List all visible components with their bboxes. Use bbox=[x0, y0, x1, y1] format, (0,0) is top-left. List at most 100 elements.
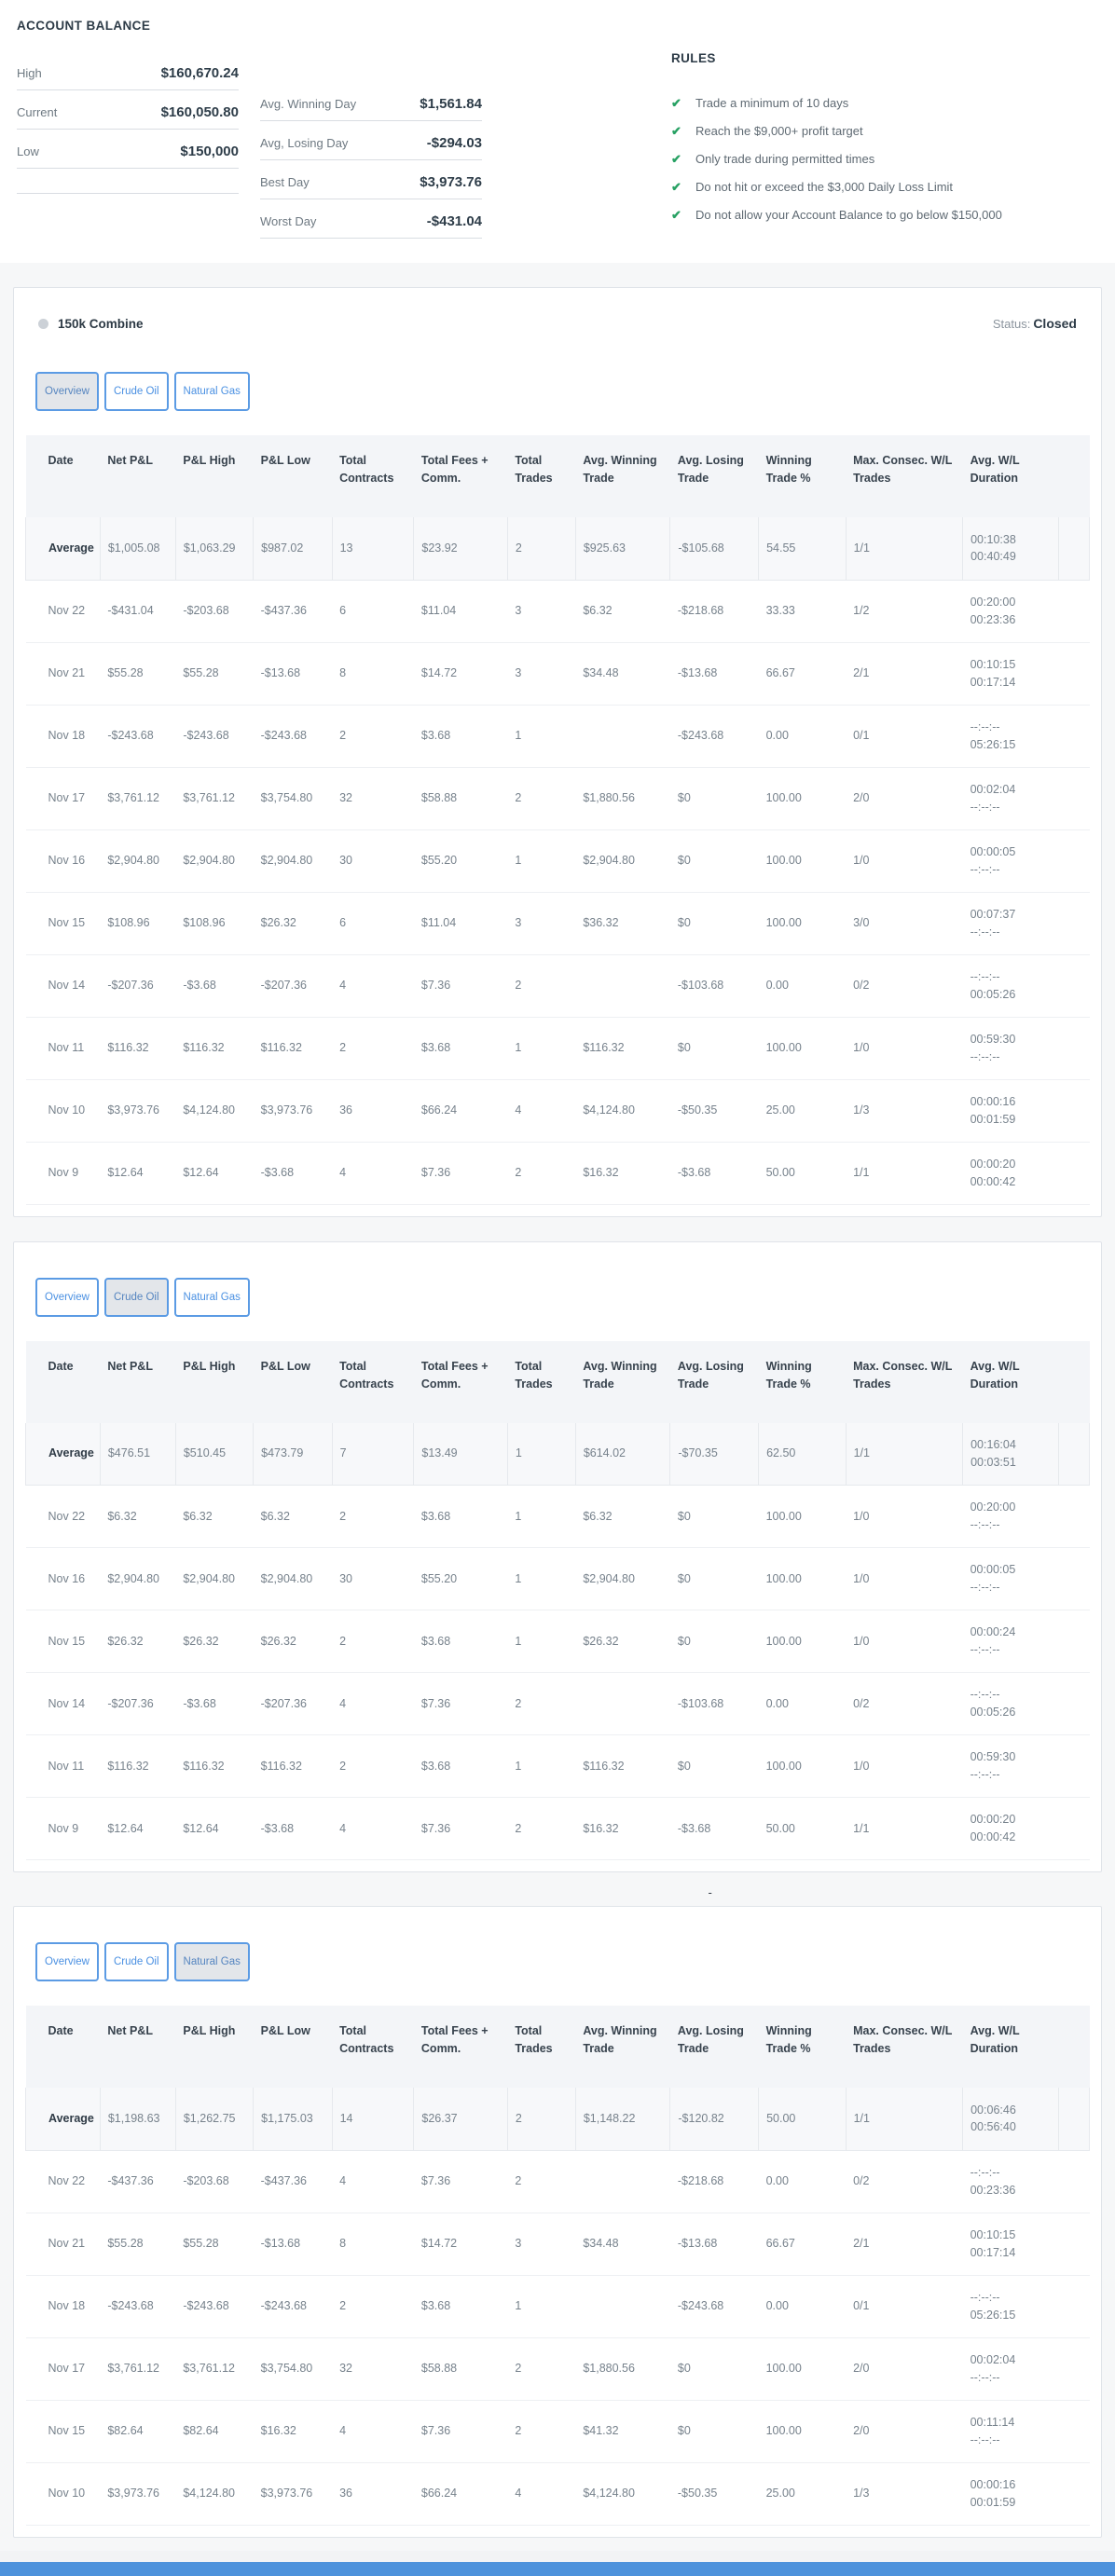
stat-label: Current bbox=[17, 105, 57, 119]
cell-total-fees: $23.92 bbox=[414, 517, 507, 580]
cell-total-trades: 3 bbox=[507, 580, 575, 642]
table-row: Nov 15$82.64$82.64$16.324$7.362$41.32$01… bbox=[26, 2400, 1090, 2462]
cell-winning-trade-pct: 0.00 bbox=[759, 954, 847, 1017]
cell-pnl-high: $108.96 bbox=[175, 892, 253, 954]
cell-net-pnl: $108.96 bbox=[100, 892, 175, 954]
rule-item: ✔Reach the $9,000+ profit target bbox=[671, 117, 1098, 145]
cell-total-contracts: 13 bbox=[332, 517, 414, 580]
table-row: Nov 21$55.28$55.28-$13.688$14.723$34.48-… bbox=[26, 642, 1090, 705]
cell-date: Nov 11 bbox=[26, 1017, 101, 1079]
cell-total-trades: 1 bbox=[507, 1610, 575, 1673]
tab-overview[interactable]: Overview bbox=[35, 1278, 99, 1317]
cell-avg-wl-duration: 00:00:1600:01:59 bbox=[963, 2462, 1059, 2525]
cell-total-contracts: 6 bbox=[332, 892, 414, 954]
cell-total-trades: 4 bbox=[507, 2462, 575, 2525]
check-icon: ✔ bbox=[671, 152, 695, 167]
tab-crude-oil[interactable]: Crude Oil bbox=[104, 372, 169, 411]
cell-avg-losing-trade: -$70.35 bbox=[670, 1423, 759, 1486]
cell-max-consec-wl: 1/0 bbox=[846, 1486, 963, 1548]
cell-total-fees: $7.36 bbox=[414, 2400, 507, 2462]
cell-total-contracts: 2 bbox=[332, 705, 414, 767]
cell-date: Nov 14 bbox=[26, 1673, 101, 1735]
daily-stats-table: DateNet P&LP&L HighP&L LowTotal Contract… bbox=[25, 2006, 1090, 2526]
column-header-total-fees: Total Fees + Comm. bbox=[414, 1341, 507, 1423]
tab-crude-oil[interactable]: Crude Oil bbox=[104, 1942, 169, 1981]
cell-winning-trade-pct: 100.00 bbox=[759, 1610, 847, 1673]
column-header-avg-losing-trade: Avg. Losing Trade bbox=[670, 2006, 759, 2088]
tab-natural-gas[interactable]: Natural Gas bbox=[174, 372, 250, 411]
cell-pnl-low: $3,973.76 bbox=[254, 2462, 332, 2525]
cell-winning-trade-pct: 33.33 bbox=[759, 580, 847, 642]
tab-natural-gas[interactable]: Natural Gas bbox=[174, 1278, 250, 1317]
tab-overview[interactable]: Overview bbox=[35, 372, 99, 411]
column-header-total-trades: Total Trades bbox=[507, 435, 575, 517]
combine-status: Status:Closed bbox=[993, 316, 1077, 331]
rules-section: RULES ✔Trade a minimum of 10 days ✔Reach… bbox=[671, 51, 1098, 229]
stat-row-avg-winning-day: Avg. Winning Day $1,561.84 bbox=[260, 82, 482, 121]
cell-total-fees: $3.68 bbox=[414, 1017, 507, 1079]
cell-avg-losing-trade: $0 bbox=[670, 829, 759, 892]
cell-winning-trade-pct: 25.00 bbox=[759, 2462, 847, 2525]
separator-dash: - bbox=[708, 1872, 1115, 1906]
cell-total-fees: $66.24 bbox=[414, 2462, 507, 2525]
cell-total-fees: $55.20 bbox=[414, 1548, 507, 1610]
tab-natural-gas[interactable]: Natural Gas bbox=[174, 1942, 250, 1981]
cell-max-consec-wl: 1/0 bbox=[846, 1017, 963, 1079]
cell-avg-losing-trade: -$3.68 bbox=[670, 1798, 759, 1860]
cell-pnl-low: $1,175.03 bbox=[254, 2088, 332, 2150]
cell-total-contracts: 30 bbox=[332, 829, 414, 892]
account-balance-title: ACCOUNT BALANCE bbox=[17, 19, 1098, 33]
column-header-pnl-high: P&L High bbox=[175, 1341, 253, 1423]
stat-value: $160,050.80 bbox=[161, 104, 239, 120]
cell-spacer bbox=[1058, 705, 1089, 767]
tab-crude-oil[interactable]: Crude Oil bbox=[104, 1278, 169, 1317]
cell-avg-wl-duration: 00:00:05--:--:-- bbox=[963, 1548, 1059, 1610]
cell-spacer bbox=[1058, 829, 1089, 892]
column-header-total-trades: Total Trades bbox=[507, 1341, 575, 1423]
cell-total-fees: $66.24 bbox=[414, 1079, 507, 1142]
cell-total-contracts: 4 bbox=[332, 954, 414, 1017]
table-row: Nov 18-$243.68-$243.68-$243.682$3.681-$2… bbox=[26, 2275, 1090, 2337]
cell-max-consec-wl: 0/2 bbox=[846, 2150, 963, 2213]
cell-winning-trade-pct: 50.00 bbox=[759, 1798, 847, 1860]
tab-overview[interactable]: Overview bbox=[35, 1942, 99, 1981]
cell-avg-wl-duration: --:--:--00:05:26 bbox=[963, 1673, 1059, 1735]
cell-avg-winning-trade: $1,880.56 bbox=[575, 767, 670, 829]
table-row: Nov 16$2,904.80$2,904.80$2,904.8030$55.2… bbox=[26, 1548, 1090, 1610]
cell-pnl-high: $3,761.12 bbox=[175, 767, 253, 829]
status-dot-icon bbox=[38, 319, 48, 329]
cell-pnl-low: -$243.68 bbox=[254, 2275, 332, 2337]
cell-avg-wl-duration: 00:10:1500:17:14 bbox=[963, 642, 1059, 705]
cell-avg-losing-trade: -$218.68 bbox=[670, 2150, 759, 2213]
cell-total-trades: 2 bbox=[507, 1142, 575, 1204]
cell-pnl-low: $2,904.80 bbox=[254, 1548, 332, 1610]
table-header-row: DateNet P&LP&L HighP&L LowTotal Contract… bbox=[26, 435, 1090, 517]
cell-total-trades: 1 bbox=[507, 2275, 575, 2337]
cell-pnl-high: -$3.68 bbox=[175, 954, 253, 1017]
cell-total-contracts: 30 bbox=[332, 1548, 414, 1610]
cell-date: Nov 18 bbox=[26, 705, 101, 767]
check-icon: ✔ bbox=[671, 96, 695, 111]
table-row: Nov 15$26.32$26.32$26.322$3.681$26.32$01… bbox=[26, 1610, 1090, 1673]
cell-net-pnl: $55.28 bbox=[100, 642, 175, 705]
cell-net-pnl: -$207.36 bbox=[100, 954, 175, 1017]
cell-total-trades: 1 bbox=[507, 1486, 575, 1548]
cell-pnl-low: $116.32 bbox=[254, 1017, 332, 1079]
cell-max-consec-wl: 1/1 bbox=[846, 1142, 963, 1204]
cell-date: Average bbox=[26, 1423, 101, 1486]
cell-max-consec-wl: 1/0 bbox=[846, 1548, 963, 1610]
cell-avg-winning-trade: $16.32 bbox=[575, 1142, 670, 1204]
column-header-pnl-high: P&L High bbox=[175, 435, 253, 517]
cell-spacer bbox=[1058, 1798, 1089, 1860]
cell-avg-wl-duration: 00:00:1600:01:59 bbox=[963, 1079, 1059, 1142]
cell-pnl-low: $26.32 bbox=[254, 892, 332, 954]
cell-avg-winning-trade bbox=[575, 1673, 670, 1735]
cell-date: Nov 11 bbox=[26, 1735, 101, 1798]
cell-winning-trade-pct: 50.00 bbox=[759, 1142, 847, 1204]
cell-avg-winning-trade bbox=[575, 2275, 670, 2337]
table-row: Nov 15$108.96$108.96$26.326$11.043$36.32… bbox=[26, 892, 1090, 954]
cell-total-trades: 4 bbox=[507, 1079, 575, 1142]
cell-total-contracts: 2 bbox=[332, 1017, 414, 1079]
cell-max-consec-wl: 0/2 bbox=[846, 1673, 963, 1735]
cell-total-fees: $3.68 bbox=[414, 1610, 507, 1673]
